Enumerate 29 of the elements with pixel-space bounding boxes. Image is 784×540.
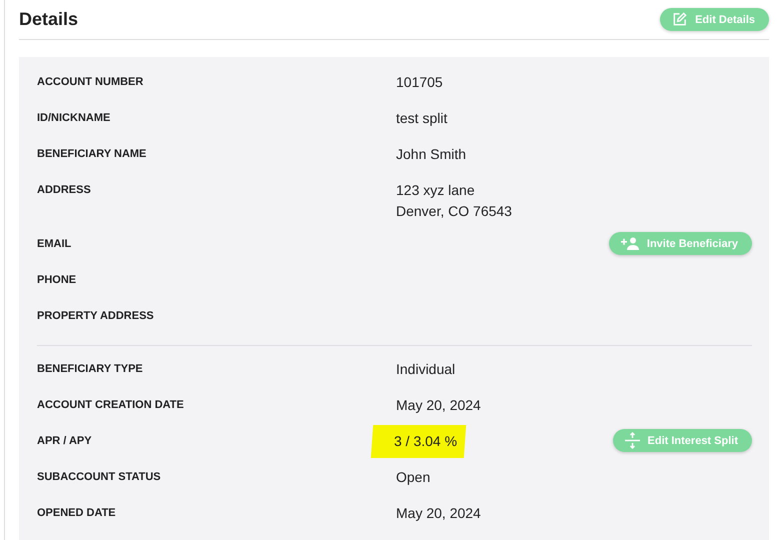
field-label: EMAIL bbox=[37, 237, 72, 251]
field-label: APR / APY bbox=[37, 434, 92, 448]
page-title: Details bbox=[19, 9, 78, 30]
field-value: May 20, 2024 bbox=[396, 396, 481, 415]
field-label: PROPERTY ADDRESS bbox=[37, 309, 154, 323]
field-value: 101705 bbox=[396, 73, 443, 92]
field-value: John Smith bbox=[396, 145, 466, 164]
action-button[interactable]: Invite Beneficiary bbox=[608, 232, 752, 255]
action-button[interactable]: Edit Interest Split bbox=[612, 429, 752, 452]
field-value: test split bbox=[396, 109, 448, 128]
add-person-icon bbox=[620, 237, 639, 250]
field-label: ID/NICKNAME bbox=[37, 111, 110, 125]
field-label: SUBACCOUNT STATUS bbox=[37, 470, 161, 484]
edit-icon bbox=[672, 12, 688, 27]
field-label: OPENED DATE bbox=[37, 506, 116, 520]
field-value: 3 / 3.04 % bbox=[394, 432, 458, 451]
field-label: BENEFICIARY NAME bbox=[37, 147, 146, 161]
field-label: ADDRESS bbox=[37, 183, 91, 197]
field-label: ACCOUNT CREATION DATE bbox=[37, 398, 184, 412]
split-icon bbox=[624, 432, 640, 449]
field-label: PHONE bbox=[37, 273, 76, 287]
field-value: Denver, CO 76543 bbox=[396, 202, 512, 221]
field-value: Individual bbox=[396, 360, 456, 379]
field-value: 123 xyz lane bbox=[396, 181, 476, 200]
field-label: ACCOUNT NUMBER bbox=[37, 75, 144, 89]
field-label: BENEFICIARY TYPE bbox=[37, 362, 143, 376]
edit-details-button[interactable]: Edit Details bbox=[660, 8, 769, 31]
field-value: Open bbox=[396, 468, 430, 487]
field-value: May 20, 2024 bbox=[396, 504, 481, 523]
